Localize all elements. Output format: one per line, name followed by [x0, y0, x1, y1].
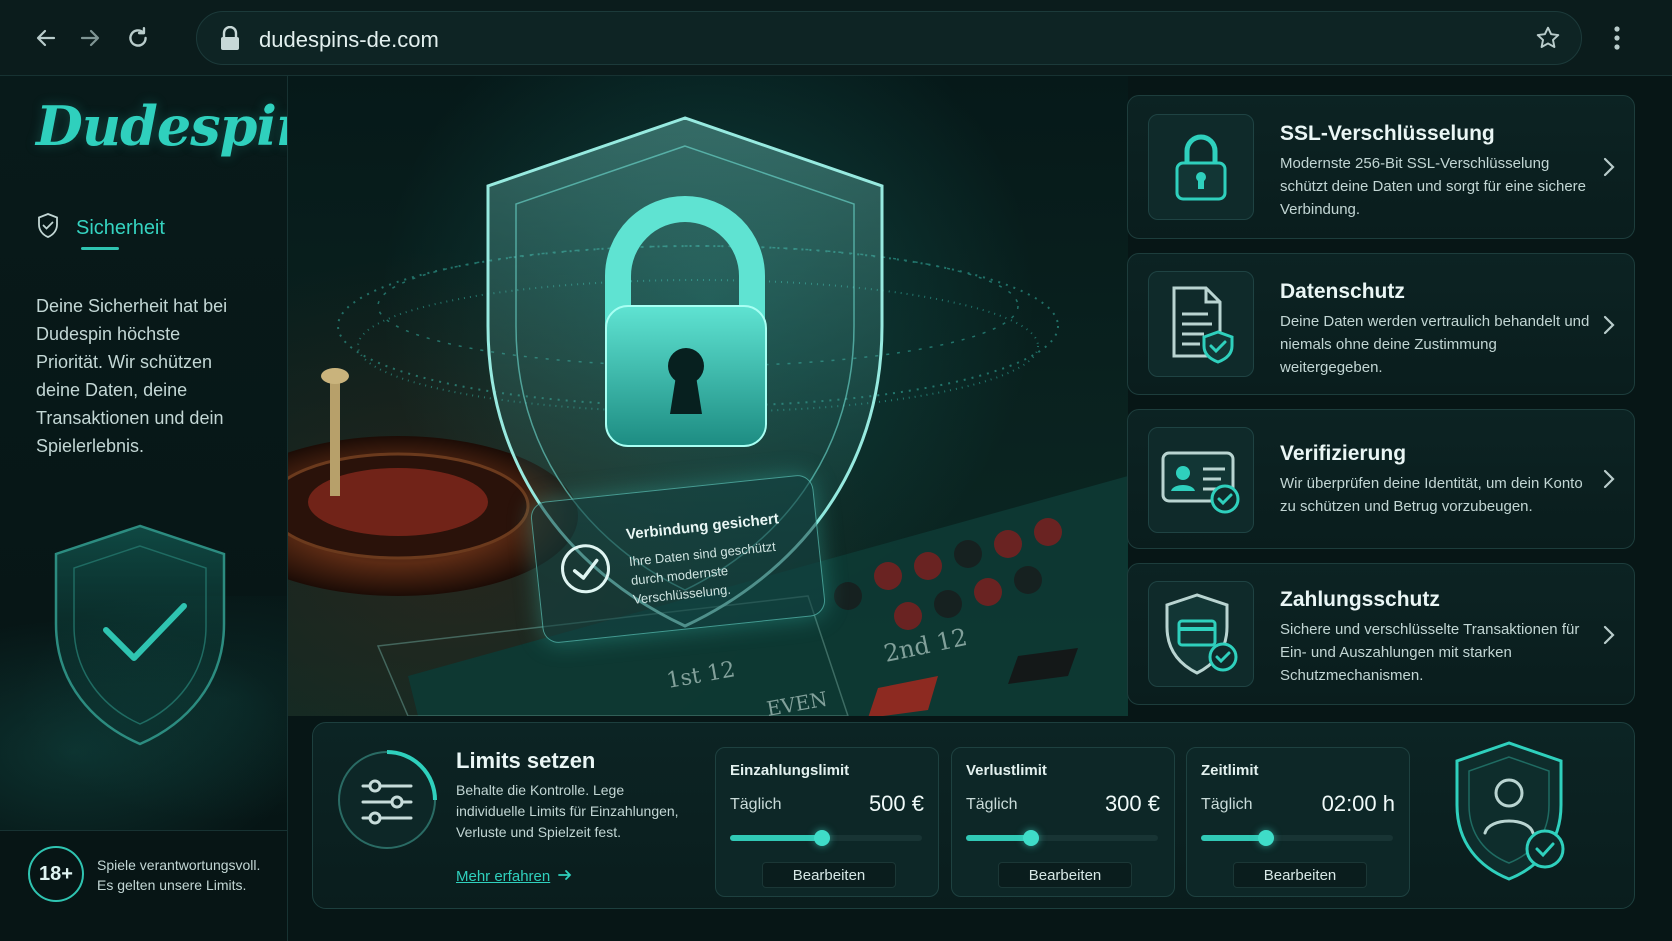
limit-value: 300 €	[1104, 791, 1160, 816]
feature-title: SSL-Verschlüsselung	[1280, 122, 1495, 145]
slider-fill	[730, 835, 823, 841]
edit-button[interactable]: Bearbeiten	[998, 862, 1132, 888]
learn-more-label: Mehr erfahren	[456, 868, 551, 885]
slider-handle[interactable]	[1023, 830, 1040, 846]
document-shield-icon	[1148, 271, 1254, 377]
feature-description: Wir überprüfen deine Identität, um dein …	[1280, 475, 1583, 515]
feature-description: Modernste 256-Bit SSL-Verschlüsselung sc…	[1280, 155, 1587, 218]
limit-value: 02:00 h	[1321, 791, 1395, 816]
chevron-right-icon[interactable]	[1602, 624, 1616, 651]
slider-handle[interactable]	[1258, 830, 1275, 846]
limit-period: Täglich	[1201, 796, 1253, 813]
feature-description: Sichere und verschlüsselte Transaktionen…	[1280, 621, 1580, 684]
reload-icon[interactable]	[120, 20, 156, 56]
shield-check-icon	[36, 212, 60, 245]
slider-handle[interactable]	[814, 830, 831, 846]
address-bar[interactable]: dudespins-de.com	[196, 11, 1582, 65]
slider-fill	[1201, 835, 1267, 841]
card-shield-icon	[1148, 581, 1254, 687]
feature-card-ssl[interactable]: SSL-Verschlüsselung Modernste 256-Bit SS…	[1127, 95, 1635, 239]
padlock-icon	[1148, 114, 1254, 220]
shield-check-illustration-icon	[40, 516, 240, 761]
star-icon[interactable]	[1535, 25, 1561, 56]
feature-title: Datenschutz	[1280, 280, 1405, 303]
deposit-limit-card: Einzahlungslimit Täglich 500 € Bearbeite…	[715, 747, 939, 897]
feature-title: Verifizierung	[1280, 442, 1407, 465]
sidebar-item-security[interactable]: Sicherheit	[36, 212, 165, 245]
feature-card-payment[interactable]: Zahlungsschutz Sichere und verschlüsselt…	[1127, 563, 1635, 705]
active-indicator	[81, 247, 119, 250]
secured-card-text: Ihre Daten sind geschützt durch modernst…	[628, 538, 777, 607]
limit-period: Täglich	[966, 796, 1018, 813]
id-card-check-icon	[1148, 427, 1254, 533]
browser-toolbar: dudespins-de.com	[0, 0, 1672, 76]
limit-slider[interactable]	[1201, 830, 1393, 846]
learn-more-link[interactable]: Mehr erfahren	[456, 868, 572, 885]
lock-icon	[219, 25, 241, 57]
limits-title: Limits setzen	[456, 748, 596, 773]
security-intro-text: Deine Sicherheit hat bei Dudespin höchst…	[36, 296, 228, 456]
age-restriction-badge: 18+	[28, 846, 84, 902]
limit-value: 500 €	[868, 791, 924, 816]
arrow-right-icon	[558, 868, 572, 885]
brand-logo[interactable]: Dudespin	[36, 94, 287, 158]
sidebar-item-label: Sicherheit	[76, 217, 165, 239]
url-text: dudespins-de.com	[259, 27, 439, 52]
edit-button[interactable]: Bearbeiten	[1233, 862, 1367, 888]
chevron-right-icon[interactable]	[1602, 156, 1616, 183]
responsible-gaming-text: Spiele verantwortungsvoll. Es gelten uns…	[97, 857, 261, 893]
limit-period: Täglich	[730, 796, 782, 813]
forward-arrow-icon[interactable]	[72, 20, 108, 56]
limits-panel: Limits setzen Behalte die Kontrolle. Leg…	[312, 722, 1635, 909]
loss-limit-card: Verlustlimit Täglich 300 € Bearbeiten	[951, 747, 1175, 897]
limit-name: Verlustlimit	[966, 762, 1047, 779]
limit-slider[interactable]	[966, 830, 1158, 846]
limit-name: Einzahlungslimit	[730, 762, 850, 779]
limit-name: Zeitlimit	[1201, 762, 1259, 779]
feature-description: Deine Daten werden vertraulich behandelt…	[1280, 313, 1590, 376]
limit-slider[interactable]	[730, 830, 922, 846]
menu-dots-icon[interactable]	[1604, 20, 1630, 56]
slider-fill	[966, 835, 1032, 841]
user-shield-icon	[1449, 737, 1579, 892]
feature-card-privacy[interactable]: Datenschutz Deine Daten werden vertrauli…	[1127, 253, 1635, 395]
time-limit-card: Zeitlimit Täglich 02:00 h Bearbeiten	[1186, 747, 1410, 897]
chevron-right-icon[interactable]	[1602, 468, 1616, 495]
sidebar: Dudespin Sicherheit Deine Sicherheit hat…	[0, 76, 288, 941]
hero-illustration: 1st 12 2nd 12 EVEN Verbindung gesichert …	[288, 76, 1128, 716]
back-arrow-icon[interactable]	[28, 20, 64, 56]
feature-title: Zahlungsschutz	[1280, 588, 1440, 611]
sliders-ring-icon	[335, 748, 439, 857]
edit-button[interactable]: Bearbeiten	[762, 862, 896, 888]
connection-secured-card: Verbindung gesichert Ihre Daten sind ges…	[529, 473, 827, 645]
limits-description: Behalte die Kontrolle. Lege individuelle…	[456, 782, 679, 840]
feature-card-verification[interactable]: Verifizierung Wir überprüfen deine Ident…	[1127, 409, 1635, 549]
chevron-right-icon[interactable]	[1602, 314, 1616, 341]
